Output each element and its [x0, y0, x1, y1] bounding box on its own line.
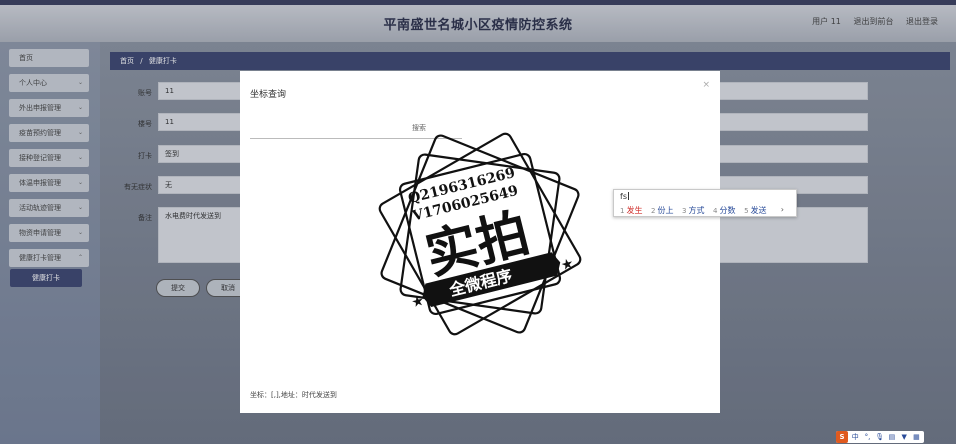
toolbox-icon[interactable]: ▦ — [911, 431, 921, 443]
punctuation-icon[interactable]: °, — [862, 431, 872, 443]
chevron-right-icon[interactable]: › — [781, 205, 784, 214]
ime-status-bar[interactable]: S 中 °, 🎙 ▤ ▼ ▦ — [836, 431, 924, 443]
star-icon: ★ — [559, 256, 575, 275]
ime-candidate[interactable]: 2 份上 — [651, 206, 673, 215]
skin-icon[interactable]: ▼ — [899, 431, 909, 443]
close-icon[interactable]: × — [702, 80, 710, 90]
keyboard-icon[interactable]: ▤ — [887, 431, 897, 443]
ime-language-indicator[interactable]: 中 — [850, 431, 860, 443]
modal-footer-coordinates: 坐标：[,],地址：时代发送到 — [250, 391, 337, 399]
microphone-icon[interactable]: 🎙 — [875, 431, 885, 443]
ime-composition: fs — [620, 192, 627, 201]
coordinate-query-modal: 坐标查询 × 搜索 Q2196316269 V1706025649 实拍 全微程… — [240, 71, 720, 413]
sogou-logo-icon: S — [836, 431, 848, 443]
ime-candidate[interactable]: 4 分数 — [713, 206, 735, 215]
watermark-stamp: Q2196316269 V1706025649 实拍 全微程序 ★ ★ — [378, 132, 582, 336]
ime-candidates: 1 发生 2 份上 3 方式 4 分数 5 发送 — [620, 205, 773, 216]
ime-candidate[interactable]: 3 方式 — [682, 206, 704, 215]
ime-candidate-window: fs 1 发生 2 份上 3 方式 4 分数 5 发送 › — [613, 189, 797, 217]
ime-candidate[interactable]: 5 发送 — [744, 206, 766, 215]
ime-candidate[interactable]: 1 发生 — [620, 206, 642, 215]
modal-title: 坐标查询 — [250, 90, 287, 100]
